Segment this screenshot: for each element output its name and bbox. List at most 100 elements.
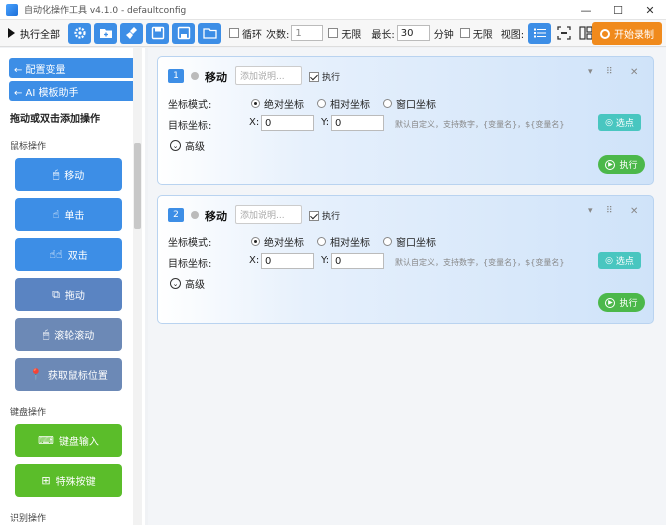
radio-window[interactable]: 窗口坐标: [383, 96, 436, 111]
unlimited-toggle[interactable]: 无限: [328, 26, 361, 41]
mode-radio-group: 绝对坐标 相对坐标 窗口坐标: [251, 234, 449, 249]
radio-dot[interactable]: [317, 237, 326, 246]
radio-absolute[interactable]: 绝对坐标: [251, 96, 304, 111]
unlimited-checkbox[interactable]: [328, 28, 339, 38]
step-number: 2: [168, 208, 184, 222]
x-input[interactable]: 0: [261, 115, 314, 131]
save-icon: [151, 26, 164, 40]
mode-radio-group: 绝对坐标 相对坐标 窗口坐标: [251, 96, 449, 111]
radio-label: 窗口坐标: [396, 100, 436, 111]
clean-button[interactable]: [120, 22, 143, 44]
record-icon: [600, 28, 610, 39]
coord-hint: 默认自定义，支持数字，{变量名}，${变量名}: [395, 120, 565, 129]
view-fit-button[interactable]: [554, 23, 574, 43]
description-input[interactable]: 添加说明...: [235, 66, 302, 85]
action-card[interactable]: 2 移动 添加说明... 执行 ▾ ⠿ ✕ 坐标模式: 绝对坐标 相对坐标 窗口…: [157, 195, 654, 324]
sidebar-scrollbar[interactable]: [133, 48, 142, 525]
mode-label: 坐标模式:: [168, 100, 212, 111]
y-input[interactable]: 0: [331, 115, 384, 131]
run-all-button[interactable]: 执行全部: [8, 26, 60, 41]
advanced-toggle[interactable]: ⌄ 高级: [170, 276, 205, 291]
sidebar-hint: 拖动或双击添加操作: [10, 114, 100, 125]
y-input[interactable]: 0: [331, 253, 384, 269]
sidebar-item-label: 双击: [67, 251, 88, 262]
settings-icon: [73, 27, 86, 39]
radio-dot[interactable]: [251, 237, 260, 246]
radio-relative[interactable]: 相对坐标: [317, 234, 370, 249]
action-title: 移动: [205, 210, 227, 223]
y-label: Y:: [321, 117, 330, 128]
view-list-button[interactable]: [528, 22, 552, 44]
chevron-down-icon[interactable]: ▾: [588, 206, 593, 216]
close-icon[interactable]: ✕: [630, 67, 638, 78]
radio-relative[interactable]: 相对坐标: [317, 96, 370, 111]
radio-window[interactable]: 窗口坐标: [383, 234, 436, 249]
run-step-button[interactable]: ▶ 执行: [598, 155, 645, 174]
radio-dot[interactable]: [383, 237, 392, 246]
pick-point-button[interactable]: ◎ 选点: [598, 114, 641, 131]
minimize-button[interactable]: —: [570, 0, 602, 20]
loop-label: 循环: [242, 29, 262, 41]
advanced-label: 高级: [185, 280, 205, 291]
advanced-label: 高级: [185, 142, 205, 153]
radio-dot[interactable]: [251, 99, 260, 108]
enable-checkbox[interactable]: [309, 210, 319, 221]
toolbar: 执行全部 循环 次数: 1 无限 最长: 30 分钟 无限 视图: 开始录制: [0, 20, 666, 47]
radio-dot[interactable]: [317, 99, 326, 108]
maximize-button[interactable]: ☐: [602, 0, 634, 20]
description-input[interactable]: 添加说明...: [235, 205, 302, 224]
action-card[interactable]: 1 移动 添加说明... 执行 ▾ ⠿ ✕ 坐标模式: 绝对坐标 相对坐标 窗口…: [157, 56, 654, 185]
play-icon: [8, 28, 15, 38]
radio-label: 绝对坐标: [264, 100, 304, 111]
close-icon[interactable]: ✕: [630, 206, 638, 217]
start-record-button[interactable]: 开始录制: [592, 22, 662, 45]
sidebar-item-move[interactable]: 🖱 移动: [15, 158, 122, 191]
window-title: 自动化操作工具 v4.1.0 - defaultconfig: [24, 6, 187, 16]
settings-button[interactable]: [68, 22, 91, 44]
sidebar-item-special-key[interactable]: ⊞ 特殊按键: [15, 464, 122, 497]
pick-point-button[interactable]: ◎ 选点: [598, 252, 641, 269]
drag-handle-icon[interactable]: ⠿: [606, 206, 613, 216]
loop-checkbox[interactable]: [229, 28, 239, 38]
action-title: 移动: [205, 71, 227, 84]
sidebar-item-click[interactable]: ☝ 单击: [15, 198, 122, 231]
radio-absolute[interactable]: 绝对坐标: [251, 234, 304, 249]
run-step-button[interactable]: ▶ 执行: [598, 293, 645, 312]
open-folder-button[interactable]: [198, 22, 221, 44]
unlimited-time-checkbox[interactable]: [459, 28, 470, 38]
loop-toggle[interactable]: 循环: [229, 26, 262, 41]
enable-toggle[interactable]: 执行: [309, 209, 340, 222]
enable-checkbox[interactable]: [309, 71, 319, 82]
sidebar-item-drag[interactable]: ⧉ 拖动: [15, 278, 122, 311]
chevron-down-icon: ⌄: [170, 278, 181, 289]
x-input[interactable]: 0: [261, 253, 314, 269]
radio-dot[interactable]: [383, 99, 392, 108]
scrollbar-thumb[interactable]: [134, 143, 141, 229]
sidebar-item-double-click[interactable]: ☝☝ 双击: [15, 238, 122, 271]
new-config-button[interactable]: [94, 22, 117, 44]
folder-add-icon: [99, 29, 112, 38]
drag-icon: ⧉: [52, 287, 60, 301]
close-button[interactable]: ✕: [634, 0, 666, 20]
unlimited-time-toggle[interactable]: 无限: [459, 26, 493, 41]
chevron-down-icon: ⌄: [170, 140, 181, 151]
sidebar-item-get-position[interactable]: 📍 获取鼠标位置: [15, 358, 122, 391]
save-as-button[interactable]: [172, 22, 195, 44]
enable-toggle[interactable]: 执行: [309, 70, 340, 83]
advanced-toggle[interactable]: ⌄ 高级: [170, 138, 205, 153]
sidebar-item-keyboard-input[interactable]: ⌨ 键盘输入: [15, 424, 122, 457]
pick-label: 选点: [615, 119, 634, 129]
count-label: 次数:: [266, 29, 290, 41]
target-label: 目标坐标:: [168, 259, 212, 270]
config-vars-button[interactable]: ← 配置变量: [9, 58, 139, 78]
max-input[interactable]: 30: [396, 25, 430, 41]
ai-template-button[interactable]: ← AI 模板助手: [9, 81, 139, 101]
chevron-down-icon[interactable]: ▾: [588, 67, 593, 77]
count-input[interactable]: 1: [291, 25, 324, 41]
window-controls: — ☐ ✕: [570, 0, 666, 20]
drag-handle-icon[interactable]: ⠿: [606, 67, 613, 77]
sidebar-item-scroll[interactable]: 🖱 滚轮滚动: [15, 318, 122, 351]
main-area: 1 移动 添加说明... 执行 ▾ ⠿ ✕ 坐标模式: 绝对坐标 相对坐标 窗口…: [148, 48, 666, 525]
save-button[interactable]: [146, 22, 169, 44]
play-icon: ▶: [605, 297, 616, 308]
